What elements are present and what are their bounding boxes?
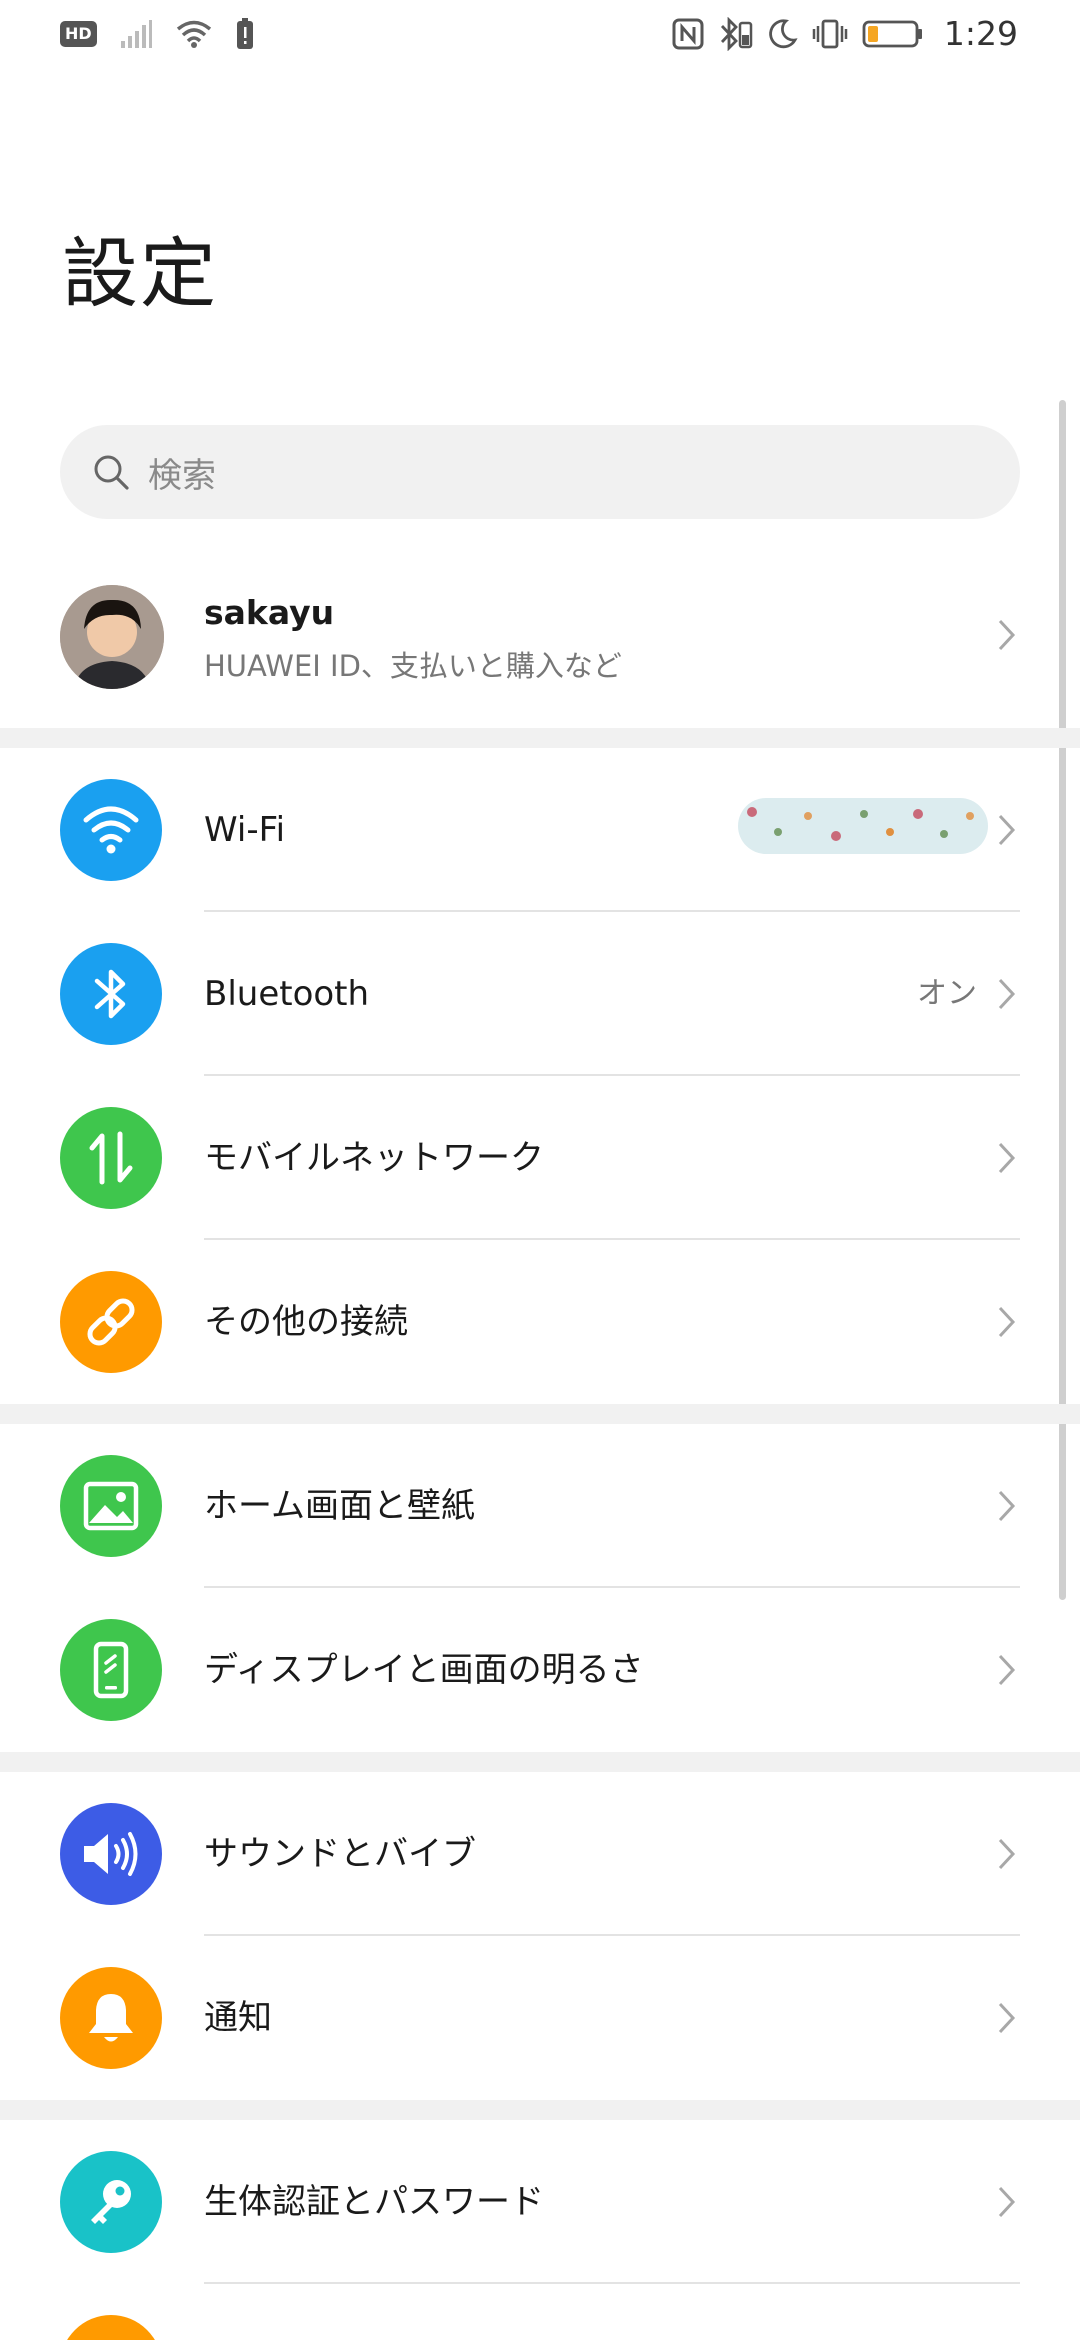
status-bar: HD 1:29	[0, 0, 1080, 74]
row-label: Wi-Fi	[204, 810, 286, 850]
speaker-icon	[60, 1803, 162, 1905]
row-label: ディスプレイと画面の明るさ	[204, 1650, 644, 1690]
chevron-right-icon	[998, 978, 1016, 1010]
phone-brightness-icon	[60, 1619, 162, 1721]
status-bar-left: HD	[60, 18, 255, 50]
settings-row-partial[interactable]	[0, 2284, 1080, 2340]
avatar-image	[60, 585, 164, 689]
bell-icon	[60, 1967, 162, 2069]
settings-row-mobile-network[interactable]: モバイルネットワーク	[0, 1076, 1080, 1240]
section-separator	[0, 728, 1080, 748]
chevron-right-icon	[998, 814, 1016, 846]
chevron-right-icon	[998, 2186, 1016, 2218]
signal-icon	[120, 20, 152, 48]
status-bar-right: 1:29	[672, 14, 1018, 53]
link-icon	[60, 1271, 162, 1373]
image-icon	[60, 1455, 162, 1557]
chevron-right-icon	[998, 1142, 1016, 1174]
settings-row-wifi[interactable]: Wi-Fi	[0, 748, 1080, 912]
page-title: 設定	[62, 229, 218, 318]
account-name: sakayu	[204, 593, 335, 632]
section-separator	[0, 1752, 1080, 1772]
redacted-network-name	[738, 798, 988, 854]
account-subtitle: HUAWEI ID、支払いと購入など	[204, 649, 622, 683]
search-icon	[94, 455, 129, 490]
search-input[interactable]: 検索	[60, 425, 1020, 519]
chevron-right-icon	[998, 1838, 1016, 1870]
settings-row-notifications[interactable]: 通知	[0, 1936, 1080, 2100]
settings-row-more-connections[interactable]: その他の接続	[0, 1240, 1080, 1404]
chevron-right-icon	[998, 1490, 1016, 1522]
bluetooth-icon	[60, 943, 162, 1045]
nfc-icon	[672, 18, 704, 49]
row-label: モバイルネットワーク	[204, 1138, 544, 1178]
account-row[interactable]: sakayu HUAWEI ID、支払いと購入など	[0, 565, 1080, 725]
hd-icon: HD	[60, 21, 97, 47]
data-arrows-icon	[60, 1107, 162, 1209]
bluetooth-icon	[720, 16, 753, 51]
chevron-right-icon	[998, 2002, 1016, 2034]
status-time: 1:29	[943, 14, 1018, 53]
settings-row-biometrics[interactable]: 生体認証とパスワード	[0, 2120, 1080, 2284]
vibrate-icon	[812, 19, 848, 48]
row-label: 通知	[204, 1998, 272, 2038]
section-separator	[0, 2100, 1080, 2120]
apps-icon	[60, 2315, 162, 2340]
section-separator	[0, 1404, 1080, 1424]
wifi-icon	[60, 779, 162, 881]
wifi-icon	[176, 20, 211, 48]
moon-icon	[769, 18, 798, 48]
battery-icon	[862, 20, 922, 47]
row-label: サウンドとバイブ	[204, 1834, 476, 1874]
settings-row-home-screen[interactable]: ホーム画面と壁紙	[0, 1424, 1080, 1588]
key-icon	[60, 2151, 162, 2253]
chevron-right-icon	[998, 619, 1016, 651]
settings-row-bluetooth[interactable]: Bluetooth オン	[0, 912, 1080, 1076]
chevron-right-icon	[998, 1654, 1016, 1686]
bluetooth-status: オン	[917, 976, 977, 1011]
avatar	[60, 585, 164, 689]
row-label: Bluetooth	[204, 974, 370, 1014]
row-label: ホーム画面と壁紙	[204, 1486, 475, 1526]
settings-row-display[interactable]: ディスプレイと画面の明るさ	[0, 1588, 1080, 1752]
row-label: その他の接続	[204, 1302, 408, 1342]
row-label: 生体認証とパスワード	[204, 2182, 544, 2222]
chevron-right-icon	[998, 1306, 1016, 1338]
alert-icon	[236, 18, 253, 49]
settings-row-sound[interactable]: サウンドとバイブ	[0, 1772, 1080, 1936]
search-placeholder: 検索	[148, 455, 216, 496]
